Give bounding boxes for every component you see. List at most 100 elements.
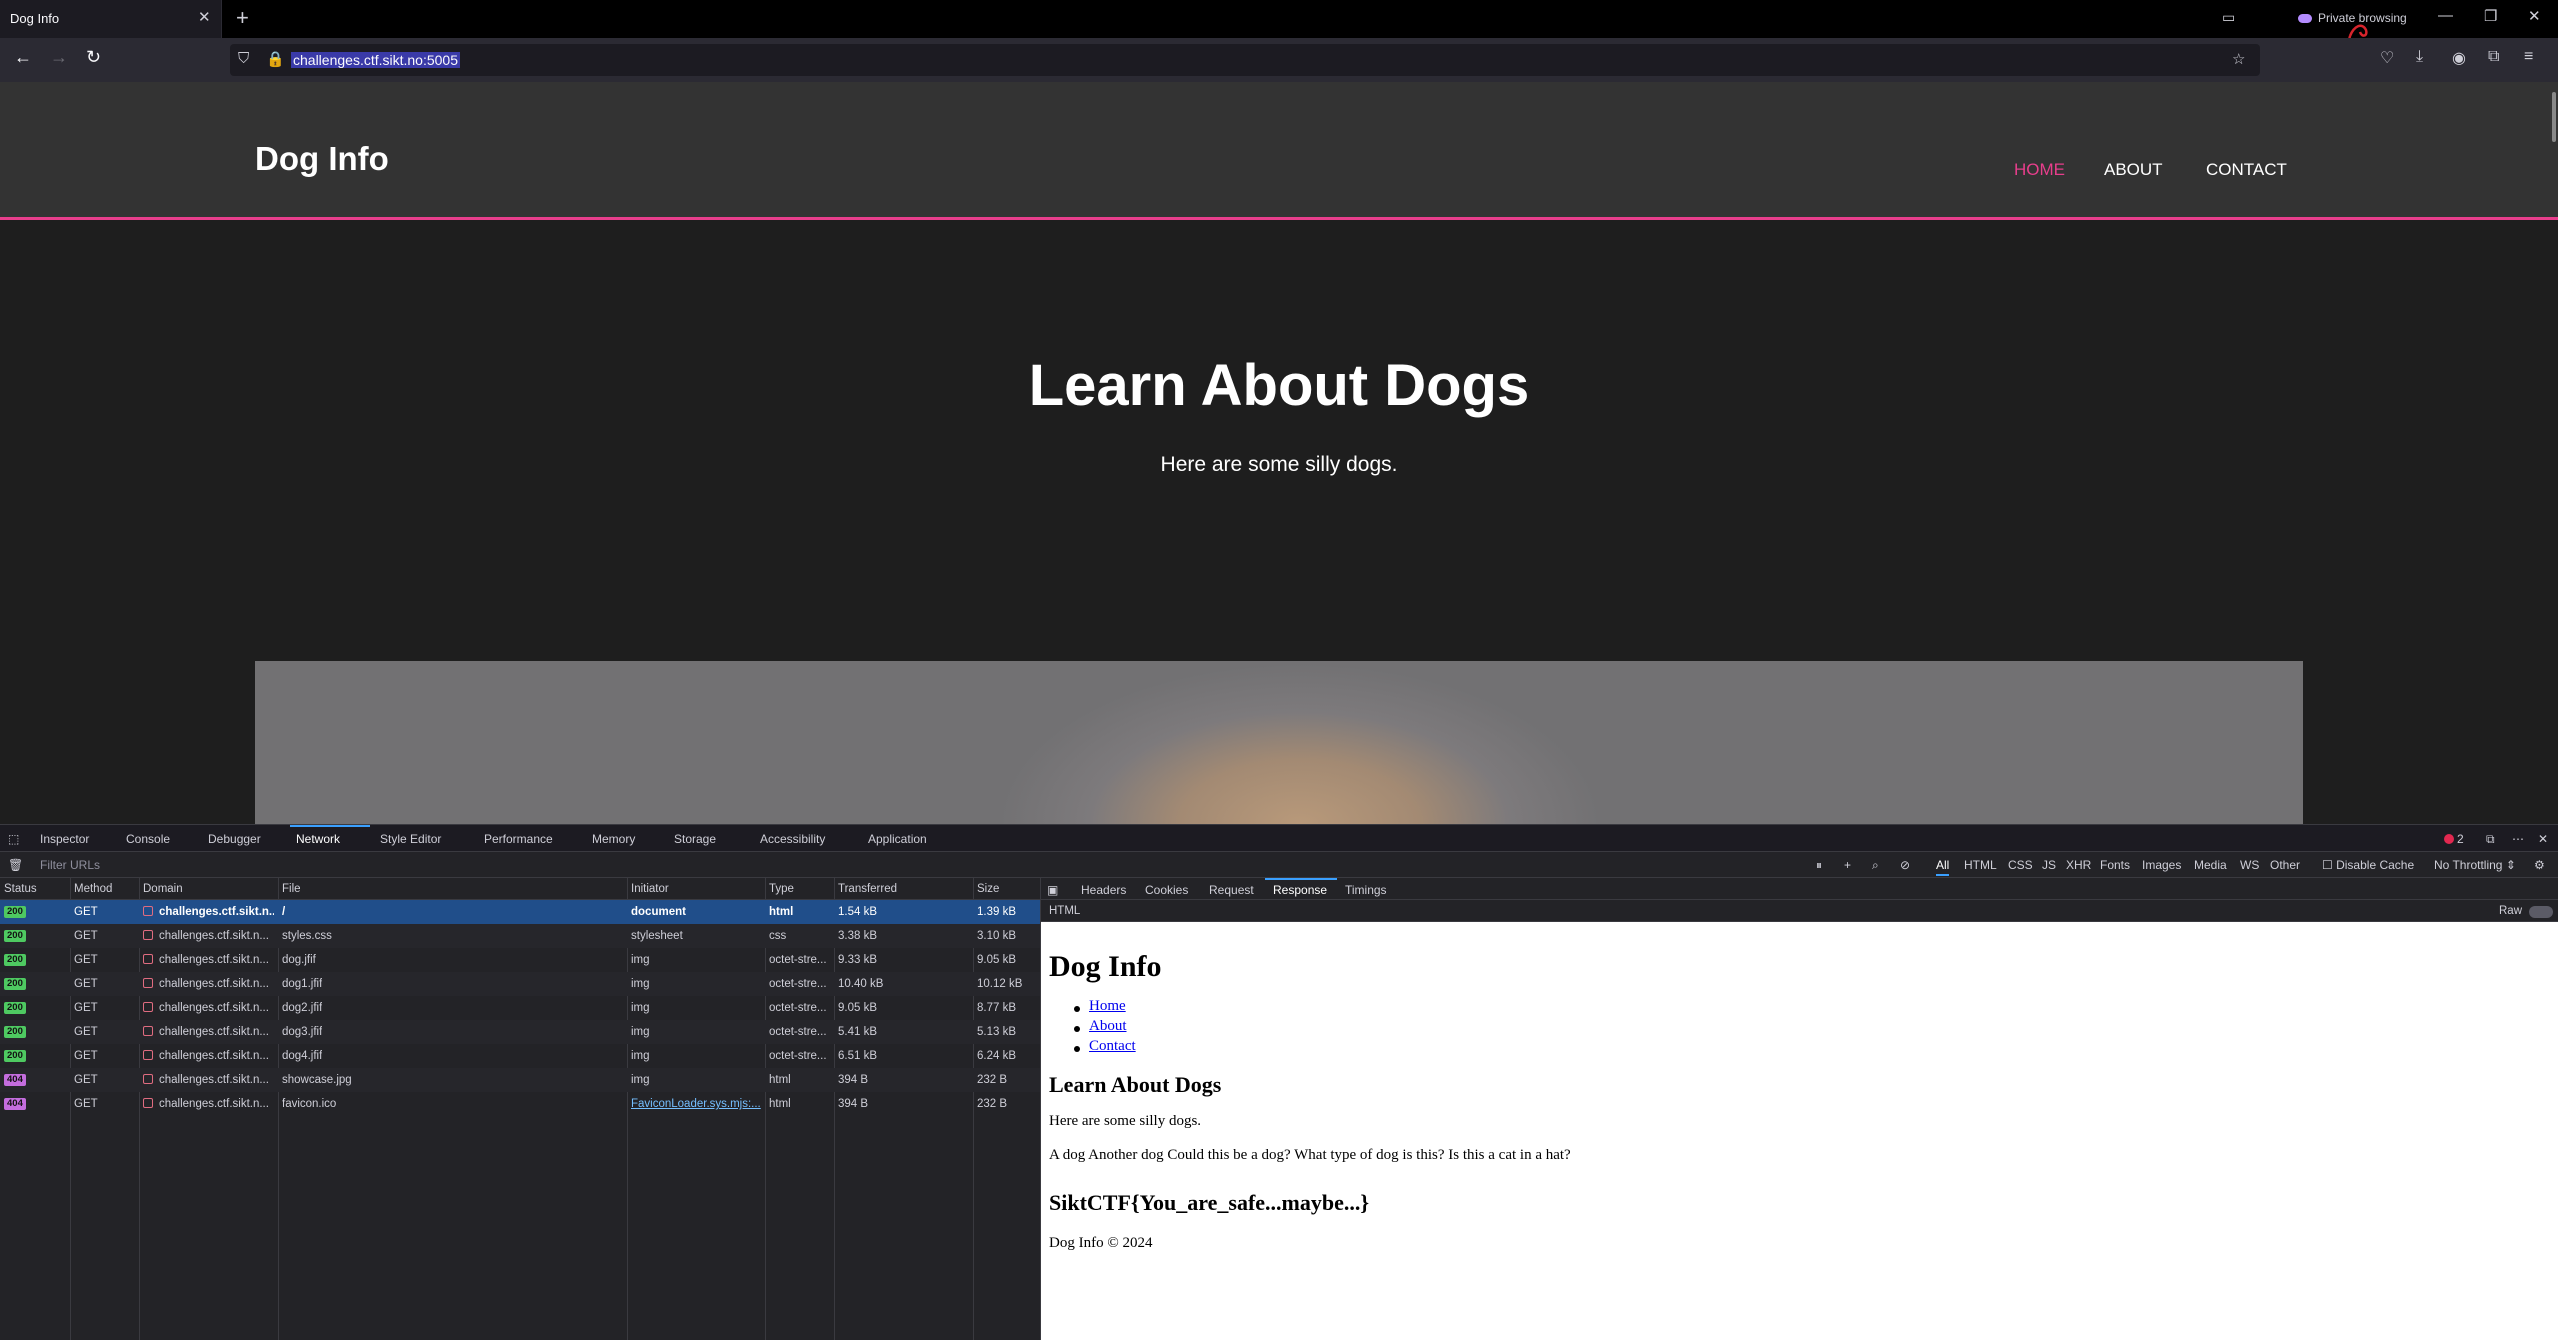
col-file[interactable]: File xyxy=(282,883,301,895)
pause-icon[interactable]: ⏸ xyxy=(1816,858,1822,873)
tab-console[interactable]: Console xyxy=(126,832,170,846)
new-tab-button[interactable]: + xyxy=(236,5,249,31)
url-text[interactable]: challenges.ctf.sikt.no:5005 xyxy=(291,52,460,68)
downloads-icon[interactable]: ⤓ xyxy=(2416,48,2423,66)
table-row[interactable]: 200 GET challenges.ctf.sikt.n... dog1.jfif i… xyxy=(0,972,1040,996)
tab-accessibility[interactable]: Accessibility xyxy=(760,832,825,846)
back-icon[interactable]: ← xyxy=(14,47,32,68)
col-method[interactable]: Method xyxy=(74,883,112,895)
nav-link-about[interactable]: ABOUT xyxy=(2104,160,2163,180)
tab-cookies[interactable]: Cookies xyxy=(1145,883,1188,897)
tab-list-icon[interactable]: ▭ xyxy=(2222,9,2235,26)
cell-method: GET xyxy=(74,978,98,990)
tab-memory[interactable]: Memory xyxy=(592,832,635,846)
table-row[interactable]: 200 GET challenges.ctf.sikt.n... dog2.jfif i… xyxy=(0,996,1040,1020)
filter-images[interactable]: Images xyxy=(2142,858,2181,872)
page-scrollbar[interactable] xyxy=(2552,92,2556,142)
cell-size: 5.13 kB xyxy=(977,1026,1016,1038)
shield-icon[interactable]: ⛉ xyxy=(238,50,249,67)
tab-request[interactable]: Request xyxy=(1209,883,1254,897)
cell-transferred: 6.51 kB xyxy=(838,1050,877,1062)
tab-performance[interactable]: Performance xyxy=(484,832,553,846)
nav-link-home[interactable]: HOME xyxy=(2014,160,2065,180)
tab-headers[interactable]: Headers xyxy=(1081,883,1126,897)
cell-transferred: 10.40 kB xyxy=(838,978,884,990)
detail-tab-bar: ▣ Headers Cookies Request Response Timin… xyxy=(1041,878,2558,900)
search-icon[interactable]: ⌕ xyxy=(1872,858,1879,873)
table-row[interactable]: 200 GET challenges.ctf.sikt.n... dog.jfif im… xyxy=(0,948,1040,972)
table-row[interactable]: 404 GET challenges.ctf.sikt.n... favicon.ic… xyxy=(0,1092,1040,1116)
col-initiator[interactable]: Initiator xyxy=(631,883,669,895)
cell-initiator[interactable]: FaviconLoader.sys.mjs:... xyxy=(631,1098,761,1110)
filter-xhr[interactable]: XHR xyxy=(2066,858,2091,872)
preview-subheading: Learn About Dogs xyxy=(1049,1072,1222,1097)
filter-urls-input[interactable]: Filter URLs xyxy=(40,858,100,872)
table-row[interactable]: 200 GET challenges.ctf.sikt.n... dog4.jfif i… xyxy=(0,1044,1040,1068)
filter-media[interactable]: Media xyxy=(2194,858,2227,872)
toggle-sidebar-icon[interactable]: ▣ xyxy=(1047,883,1058,897)
more-options-icon[interactable]: ⋯ xyxy=(2512,832,2524,846)
tab-response[interactable]: Response xyxy=(1273,883,1327,897)
url-bar[interactable]: ⛉ 🔒 challenges.ctf.sikt.no:5005 ☆ xyxy=(230,44,2260,76)
menu-icon[interactable]: ≡ xyxy=(2524,48,2533,66)
error-count-badge[interactable]: 2 xyxy=(2444,832,2464,846)
preview-link-contact[interactable]: Contact xyxy=(1089,1038,1136,1055)
add-icon[interactable]: + xyxy=(1844,858,1851,872)
tab-style-editor[interactable]: Style Editor xyxy=(380,832,441,846)
cell-domain: challenges.ctf.sikt.n... xyxy=(159,1050,269,1062)
col-transferred[interactable]: Transferred xyxy=(838,883,897,895)
table-row[interactable]: 200 GET challenges.ctf.sikt.n... styles.css… xyxy=(0,924,1040,948)
response-format-label: HTML xyxy=(1049,905,1081,917)
lock-icon[interactable]: 🔒 xyxy=(266,50,285,68)
tab-inspector[interactable]: Inspector xyxy=(40,832,89,846)
filter-all[interactable]: All xyxy=(1936,858,1950,876)
filter-js[interactable]: JS xyxy=(2042,858,2056,872)
filter-css[interactable]: CSS xyxy=(2008,858,2033,872)
tab-storage[interactable]: Storage xyxy=(674,832,716,846)
close-icon[interactable]: ✕ xyxy=(198,8,211,26)
tab-timings[interactable]: Timings xyxy=(1345,883,1387,897)
col-type[interactable]: Type xyxy=(769,883,794,895)
element-picker-icon[interactable]: ⬚ xyxy=(8,832,19,846)
reload-icon[interactable]: ↻ xyxy=(86,47,101,68)
bookmark-star-icon[interactable]: ☆ xyxy=(2232,50,2245,68)
clear-icon[interactable]: 🗑 xyxy=(8,858,23,872)
tab-debugger[interactable]: Debugger xyxy=(208,832,261,846)
table-row[interactable]: 404 GET challenges.ctf.sikt.n... showcase.j… xyxy=(0,1068,1040,1092)
filter-other[interactable]: Other xyxy=(2270,858,2300,872)
table-row[interactable]: 200 GET challenges.ctf.sikt.n... / document h… xyxy=(0,900,1040,924)
devtools-close-icon[interactable]: ✕ xyxy=(2538,832,2548,846)
extensions-icon[interactable]: ⧉ xyxy=(2488,48,2499,66)
window-close-icon[interactable]: ✕ xyxy=(2528,7,2541,25)
cell-type: octet-stre... xyxy=(769,1026,827,1038)
account-icon[interactable]: ◉ xyxy=(2452,48,2466,68)
col-domain[interactable]: Domain xyxy=(143,883,183,895)
filter-html[interactable]: HTML xyxy=(1964,858,1997,872)
dock-icon[interactable]: ⧉ xyxy=(2486,832,2495,847)
cell-initiator: img xyxy=(631,1050,650,1062)
navigation-toolbar: ← → ↻ ⛉ 🔒 challenges.ctf.sikt.no:5005 ☆ … xyxy=(0,38,2558,82)
pocket-icon[interactable]: ♡ xyxy=(2380,48,2394,68)
preview-link-about[interactable]: About xyxy=(1089,1018,1127,1035)
raw-toggle[interactable] xyxy=(2529,906,2553,918)
filter-ws[interactable]: WS xyxy=(2240,858,2259,872)
tab-title: Dog Info xyxy=(10,11,60,26)
forward-icon[interactable]: → xyxy=(50,47,68,68)
tab-network[interactable]: Network xyxy=(296,832,340,846)
minimize-icon[interactable]: — xyxy=(2438,7,2453,24)
block-icon[interactable]: ⊘ xyxy=(1900,858,1910,872)
cell-domain: challenges.ctf.sikt.n... xyxy=(159,978,269,990)
col-size[interactable]: Size xyxy=(977,883,999,895)
tab-application[interactable]: Application xyxy=(868,832,927,846)
browser-tab[interactable]: Dog Info ✕ xyxy=(0,0,222,38)
restore-icon[interactable]: ❐ xyxy=(2484,7,2497,25)
nav-link-contact[interactable]: CONTACT xyxy=(2206,160,2287,180)
preview-link-home[interactable]: Home xyxy=(1089,998,1126,1015)
throttling-select[interactable]: No Throttling ⇕ xyxy=(2434,858,2516,872)
disable-cache-checkbox[interactable]: ☐ Disable Cache xyxy=(2322,858,2414,872)
filter-fonts[interactable]: Fonts xyxy=(2100,858,2130,872)
cell-method: GET xyxy=(74,930,98,942)
col-status[interactable]: Status xyxy=(4,883,37,895)
network-settings-icon[interactable]: ⚙ xyxy=(2534,858,2545,872)
table-row[interactable]: 200 GET challenges.ctf.sikt.n... dog3.jfif i… xyxy=(0,1020,1040,1044)
